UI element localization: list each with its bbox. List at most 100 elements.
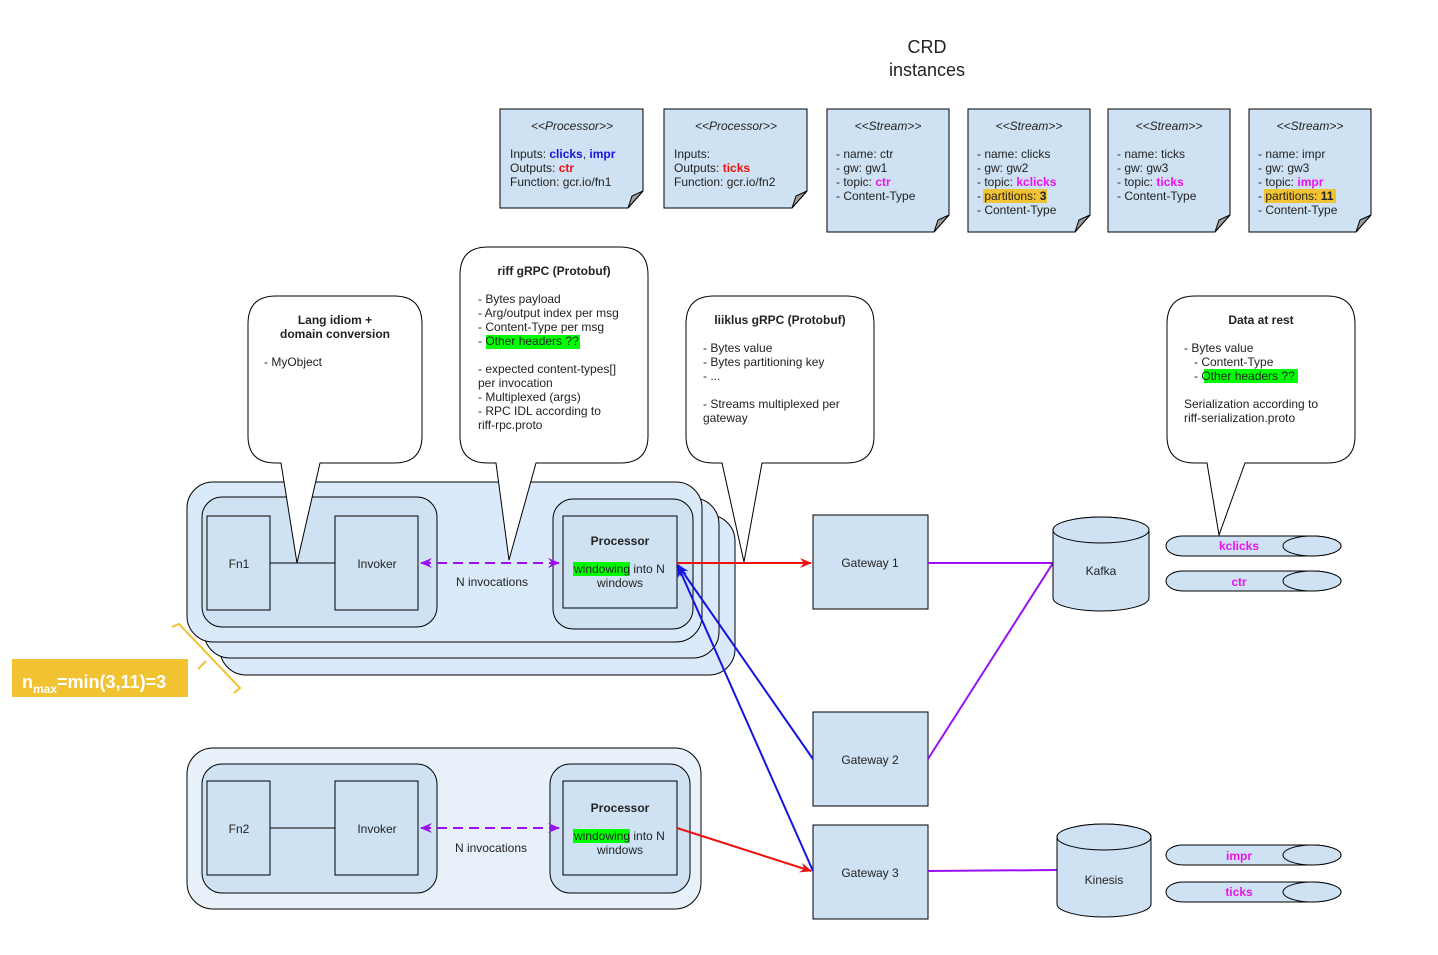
broker-label: Kinesis [1085,873,1124,887]
stereotype: <<Processor>> [531,119,613,133]
processor-crd-fn1[interactable]: <<Processor>> Inputs: clicks, impr Outpu… [499,108,644,209]
bubble-line: - Other headers ?? [1184,369,1295,383]
gw-line: - gw: gw2 [977,161,1029,175]
bubble-title: Lang idiom + [298,313,372,327]
topic-ticks[interactable]: ticks [1165,881,1342,903]
crd-title-line2: instances [889,60,965,80]
topic-impr[interactable]: impr [1165,844,1342,866]
bubble-line: - ... [703,369,720,383]
name-line: - name: clicks [977,147,1050,161]
bubble-line: - Other headers ?? [478,334,579,348]
topic-line: - topic: impr [1258,175,1324,189]
topic-label: kclicks [1219,539,1259,553]
architecture-diagram: CRD instances <<Processor>> Inputs: clic… [12,37,1372,920]
invocations-label: N invocations [456,575,528,589]
bubble-line: - Bytes value [1184,341,1254,355]
processor-label: Processor [591,534,650,548]
function-line: Function: gcr.io/fn1 [510,175,612,189]
topic-line: - topic: kclicks [977,175,1057,189]
gw-line: - gw: gw3 [1258,161,1310,175]
bubble-title: liiklus gRPC (Protobuf) [714,313,845,327]
crd-title-line1: CRD [908,37,947,57]
content-type-line: - Content-Type [836,189,916,203]
invocations-label: N invocations [455,841,527,855]
windows-line: windows [596,576,643,590]
bubble-line: - expected content-types[] [478,362,616,376]
gw-line: - gw: gw1 [836,161,888,175]
bubble-line: per invocation [478,376,553,390]
topic-label: ctr [1231,575,1247,589]
gateway-label: Gateway 3 [841,866,899,880]
windows-line: windows [596,843,643,857]
topic-line: - topic: ctr [836,175,891,189]
gateway-3[interactable]: Gateway 3 [812,824,929,920]
bubble-line: - Content-Type per msg [478,320,604,334]
stream-crd-impr[interactable]: <<Stream>> - name: impr - gw: gw3 - topi… [1248,108,1372,233]
content-type-line: - Content-Type [977,203,1057,217]
broker-kinesis[interactable]: Kinesis [1056,823,1152,918]
stereotype: <<Stream>> [1136,119,1203,133]
bubble-line: - Content-Type [1184,355,1274,369]
bubble-title: domain conversion [280,327,390,341]
bubble-data-at-rest: Data at rest - Bytes value - Content-Typ… [1166,295,1356,537]
content-type-line: - Content-Type [1117,189,1197,203]
fn2-label: Fn2 [229,822,250,836]
broker-label: Kafka [1086,564,1117,578]
function-line: Function: gcr.io/fn2 [674,175,776,189]
pod-fn2: Fn2 Invoker Processor windowing into N w… [186,747,702,910]
processor-crd-fn2[interactable]: <<Processor>> Inputs: Outputs: ticks Fun… [663,108,808,209]
invoker-label: Invoker [357,557,396,571]
topic-label: ticks [1225,885,1253,899]
broker-kafka[interactable]: Kafka [1052,516,1150,612]
stream-crd-ticks[interactable]: <<Stream>> - name: ticks - gw: gw3 - top… [1107,108,1231,233]
stream-crd-clicks[interactable]: <<Stream>> - name: clicks - gw: gw2 - to… [967,108,1091,233]
edge-gateway2-kafka [927,562,1054,760]
pod-fn1: Fn1 Invoker Processor windowing into N w… [186,481,703,643]
gw-line: - gw: gw3 [1117,161,1169,175]
partitions-line: - partitions: 3 [977,189,1047,203]
stream-crd-ctr[interactable]: <<Stream>> - name: ctr - gw: gw1 - topic… [826,108,950,233]
bubble-line: - Bytes value [703,341,773,355]
topic-line: - topic: ticks [1117,175,1184,189]
stereotype: <<Processor>> [695,119,777,133]
bubble-line: gateway [703,411,748,425]
invoker-label: Invoker [357,822,396,836]
name-line: - name: impr [1258,147,1325,161]
fn1-label: Fn1 [229,557,250,571]
name-line: - name: ticks [1117,147,1185,161]
topic-ctr[interactable]: ctr [1165,570,1342,592]
bubble-line: - RPC IDL according to [478,404,601,418]
stereotype: <<Stream>> [996,119,1063,133]
inputs-line: Inputs: clicks, impr [510,147,616,161]
topic-kclicks[interactable]: kclicks [1165,535,1342,557]
content-type-line: - Content-Type [1258,203,1338,217]
bubble-line: riff-rpc.proto [478,418,543,432]
gateway-2[interactable]: Gateway 2 [812,711,929,807]
edge-gateway3-kinesis [927,869,1058,872]
stereotype: <<Stream>> [855,119,922,133]
bubble-title: riff gRPC (Protobuf) [497,264,610,278]
bubble-line: riff-serialization.proto [1184,411,1295,425]
bubble-line: - MyObject [264,355,323,369]
bubble-line: Serialization according to [1184,397,1318,411]
gateway-label: Gateway 1 [841,556,899,570]
bubble-line: - Multiplexed (args) [478,390,581,404]
processor-box[interactable] [562,780,678,876]
bubble-line: - Streams multiplexed per [703,397,840,411]
inputs-line: Inputs: [674,147,710,161]
bubble-line: - Bytes payload [478,292,561,306]
gateway-1[interactable]: Gateway 1 [812,514,929,610]
windowing-line: windowing into N [573,829,665,843]
stereotype: <<Stream>> [1277,119,1344,133]
outputs-line: Outputs: ctr [510,161,574,175]
windowing-line: windowing into N [573,562,665,576]
gateway-label: Gateway 2 [841,753,899,767]
bubble-line: - Arg/output index per msg [478,306,619,320]
topic-label: impr [1226,849,1252,863]
outputs-line: Outputs: ticks [674,161,750,175]
name-line: - name: ctr [836,147,893,161]
bubble-title: Data at rest [1228,313,1293,327]
partitions-line: - partitions: 11 [1258,189,1334,203]
bubble-line: - Bytes partitioning key [703,355,824,369]
processor-label: Processor [591,801,650,815]
